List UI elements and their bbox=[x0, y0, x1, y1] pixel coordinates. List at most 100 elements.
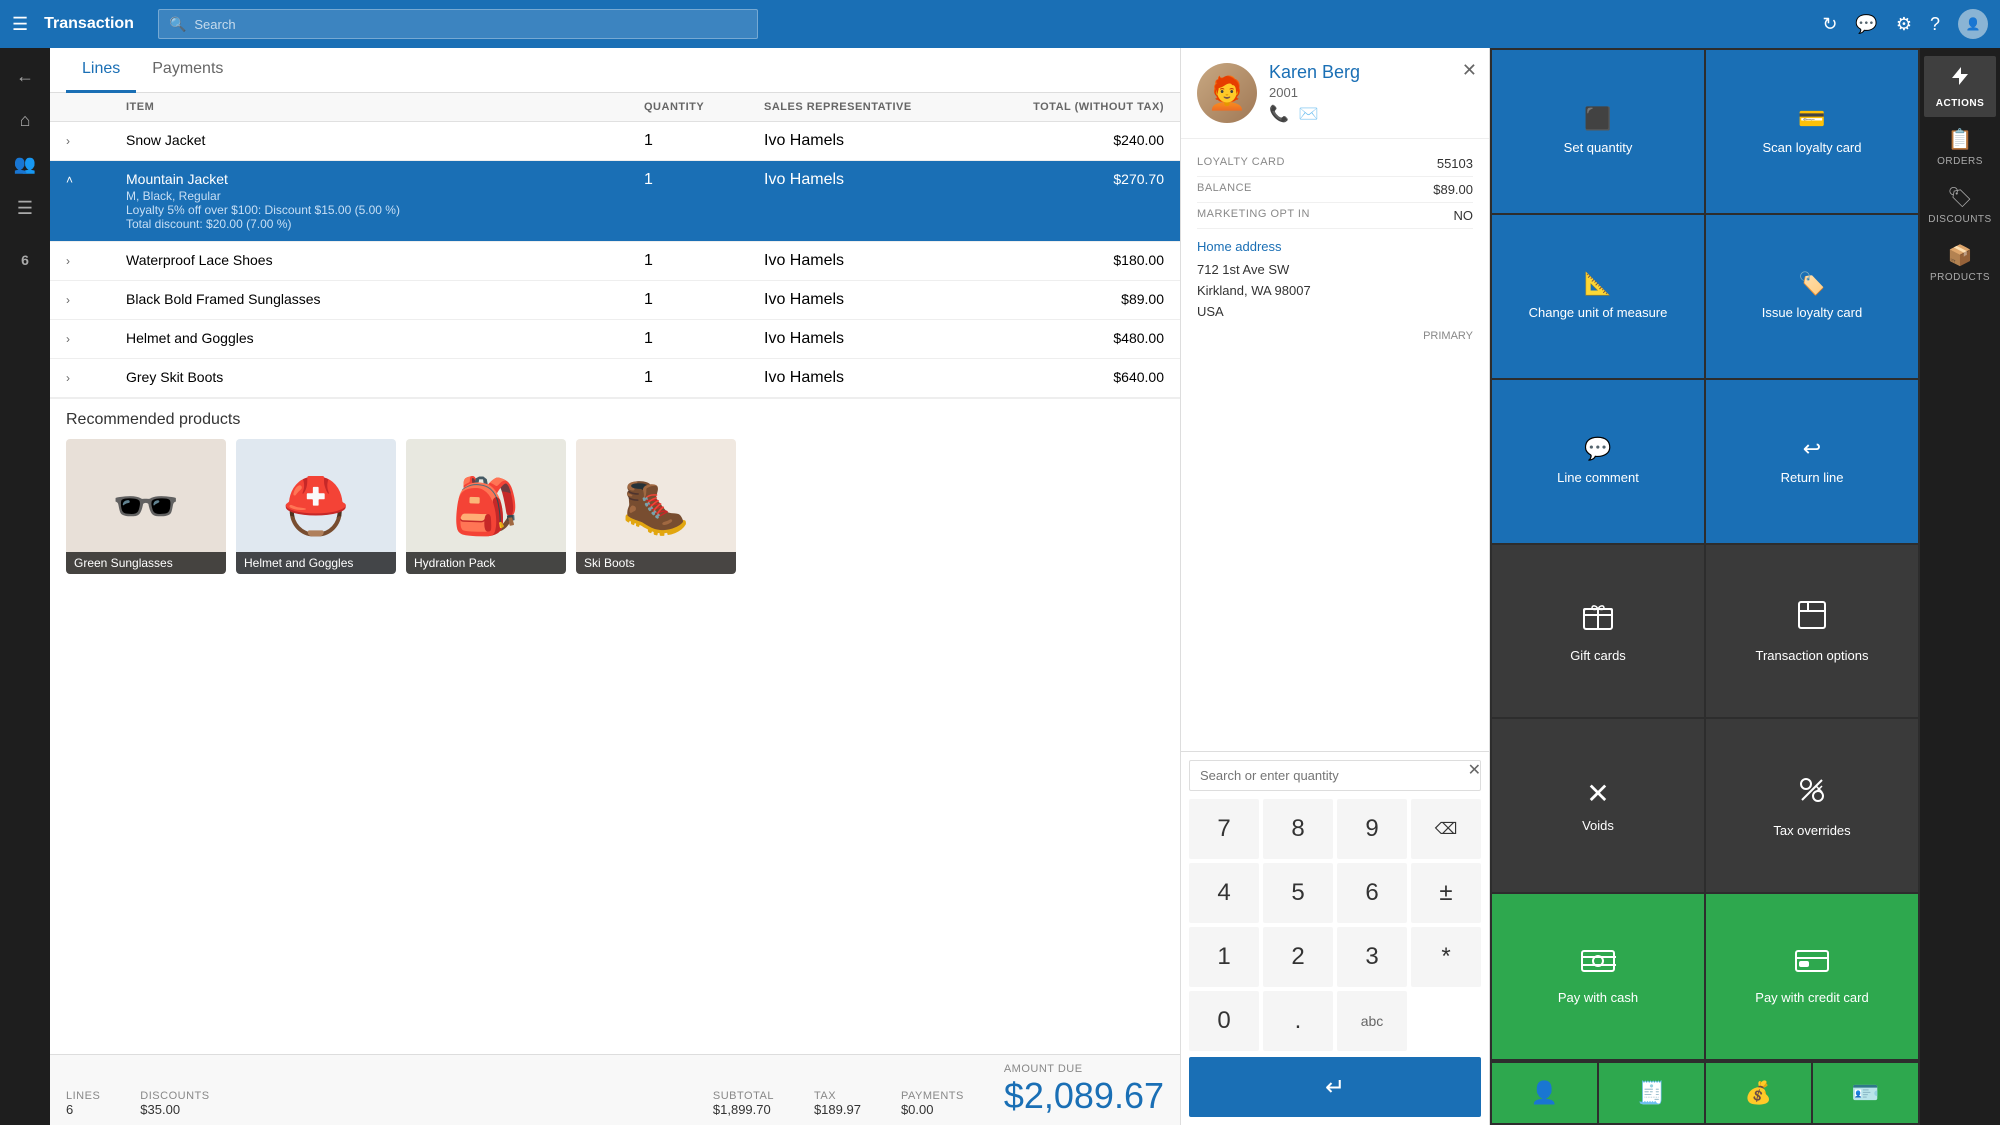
table-row[interactable]: › Black Bold Framed Sunglasses 1 Ivo Ham… bbox=[50, 281, 1180, 320]
numpad-2[interactable]: 2 bbox=[1263, 927, 1333, 987]
receipt-small-icon: 🧾 bbox=[1638, 1080, 1665, 1106]
numpad-9[interactable]: 9 bbox=[1337, 799, 1407, 859]
tab-lines[interactable]: Lines bbox=[66, 48, 136, 93]
numpad-backspace[interactable]: ⌫ bbox=[1411, 799, 1481, 859]
numpad-asterisk[interactable]: * bbox=[1411, 927, 1481, 987]
product-card-hydration[interactable]: 🎒 Hydration Pack bbox=[406, 439, 566, 574]
numpad-enter[interactable]: ↵ bbox=[1189, 1057, 1481, 1117]
main-layout: ← ⌂ 👥 ☰ 6 Lines Payments ITEM QUANTITY S… bbox=[0, 48, 2000, 1125]
sidebar-item-home[interactable]: ⌂ bbox=[5, 100, 45, 140]
footer-lines: LINES 6 bbox=[66, 1090, 100, 1117]
close-customer-button[interactable]: ✕ bbox=[1462, 60, 1477, 81]
product-card-sunglasses[interactable]: 🕶️ Green Sunglasses bbox=[66, 439, 226, 574]
orders-icon: 📋 bbox=[1948, 127, 1973, 152]
numpad-plusminus[interactable]: ± bbox=[1411, 863, 1481, 923]
col-chevron bbox=[66, 101, 126, 113]
close-numpad-button[interactable]: ✕ bbox=[1468, 760, 1481, 780]
change-unit-button[interactable]: 📐 Change unit of measure bbox=[1492, 215, 1704, 378]
numpad-1[interactable]: 1 bbox=[1189, 927, 1259, 987]
hydration-label: Hydration Pack bbox=[406, 552, 566, 574]
sidebar-item-actions[interactable]: ACTIONS bbox=[1924, 56, 1996, 117]
transaction-area: Lines Payments ITEM QUANTITY SALES REPRE… bbox=[50, 48, 1180, 1125]
return-line-label: Return line bbox=[1781, 470, 1844, 487]
footer-subtotal: SUBTOTAL $1,899.70 bbox=[713, 1090, 774, 1117]
pay-credit-button[interactable]: Pay with credit card bbox=[1706, 894, 1918, 1059]
transaction-options-button[interactable]: Transaction options bbox=[1706, 545, 1918, 718]
hamburger-icon[interactable]: ☰ bbox=[12, 14, 28, 35]
gift-cards-label: Gift cards bbox=[1570, 648, 1626, 665]
tax-overrides-button[interactable]: Tax overrides bbox=[1706, 719, 1918, 892]
change-unit-icon: 📐 bbox=[1584, 271, 1611, 297]
recommended-section: Recommended products 🕶️ Green Sunglasses… bbox=[50, 398, 1180, 586]
numpad-5[interactable]: 5 bbox=[1263, 863, 1333, 923]
id-icon-button[interactable]: 🪪 bbox=[1813, 1063, 1918, 1123]
col-quantity: QUANTITY bbox=[644, 101, 764, 113]
numpad-8[interactable]: 8 bbox=[1263, 799, 1333, 859]
wallet-icon-button[interactable]: 💰 bbox=[1706, 1063, 1811, 1123]
search-bar[interactable]: 🔍 bbox=[158, 9, 758, 39]
table-row[interactable]: › Helmet and Goggles 1 Ivo Hamels $480.0… bbox=[50, 320, 1180, 359]
set-quantity-icon: ⬛ bbox=[1584, 106, 1611, 132]
avatar[interactable]: 👤 bbox=[1958, 9, 1988, 39]
product-card-helmet[interactable]: ⛑️ Helmet and Goggles bbox=[236, 439, 396, 574]
help-icon[interactable]: ? bbox=[1930, 14, 1940, 35]
table-row[interactable]: ˄ Mountain Jacket M, Black, Regular Loya… bbox=[50, 161, 1180, 242]
numpad-0[interactable]: 0 bbox=[1189, 991, 1259, 1051]
row-rep: Ivo Hamels bbox=[764, 132, 964, 150]
gift-cards-button[interactable]: Gift cards bbox=[1492, 545, 1704, 718]
row-rep: Ivo Hamels bbox=[764, 252, 964, 270]
row-chevron: › bbox=[66, 293, 126, 307]
helmet-label: Helmet and Goggles bbox=[236, 552, 396, 574]
row-quantity: 1 bbox=[644, 291, 764, 309]
address-text: 712 1st Ave SW Kirkland, WA 98007 USA bbox=[1197, 260, 1473, 322]
sidebar-item-customers[interactable]: 👥 bbox=[5, 144, 45, 184]
search-quantity-input[interactable] bbox=[1189, 760, 1481, 791]
customer-icon-button[interactable]: 👤 bbox=[1492, 1063, 1597, 1123]
customer-header: 🧑‍🦰 Karen Berg 2001 📞 ✉️ ✕ bbox=[1181, 48, 1489, 139]
chat-icon[interactable]: 💬 bbox=[1855, 14, 1877, 35]
transaction-options-label: Transaction options bbox=[1756, 648, 1869, 665]
email-icon[interactable]: ✉️ bbox=[1299, 104, 1319, 124]
refresh-icon[interactable]: ↻ bbox=[1822, 14, 1837, 35]
table-row[interactable]: › Snow Jacket 1 Ivo Hamels $240.00 bbox=[50, 122, 1180, 161]
set-quantity-button[interactable]: ⬛ Set quantity bbox=[1492, 50, 1704, 213]
search-input[interactable] bbox=[194, 17, 747, 32]
row-chevron: › bbox=[66, 332, 126, 346]
sidebar-item-products[interactable]: 📦 PRODUCTS bbox=[1924, 235, 1996, 291]
row-quantity: 1 bbox=[644, 171, 764, 189]
row-rep: Ivo Hamels bbox=[764, 291, 964, 309]
home-address-link[interactable]: Home address bbox=[1197, 239, 1473, 254]
numpad-6[interactable]: 6 bbox=[1337, 863, 1407, 923]
table-row[interactable]: › Waterproof Lace Shoes 1 Ivo Hamels $18… bbox=[50, 242, 1180, 281]
row-rep: Ivo Hamels bbox=[764, 330, 964, 348]
sidebar-item-orders[interactable]: 📋 ORDERS bbox=[1924, 119, 1996, 175]
tab-payments[interactable]: Payments bbox=[136, 48, 239, 93]
voids-button[interactable]: ✕ Voids bbox=[1492, 719, 1704, 892]
settings-icon[interactable]: ⚙ bbox=[1896, 14, 1912, 35]
numpad-abc[interactable]: abc bbox=[1337, 991, 1407, 1051]
scan-loyalty-card-button[interactable]: 💳 Scan loyalty card bbox=[1706, 50, 1918, 213]
line-comment-button[interactable]: 💬 Line comment bbox=[1492, 380, 1704, 543]
sidebar-item-menu[interactable]: ☰ bbox=[5, 188, 45, 228]
numpad-7[interactable]: 7 bbox=[1189, 799, 1259, 859]
return-line-button[interactable]: ↩ Return line bbox=[1706, 380, 1918, 543]
numpad-dot[interactable]: . bbox=[1263, 991, 1333, 1051]
sidebar-item-discounts[interactable]: 🏷 DISCOUNTS bbox=[1924, 177, 1996, 233]
table-row[interactable]: › Grey Skit Boots 1 Ivo Hamels $640.00 bbox=[50, 359, 1180, 398]
col-rep: SALES REPRESENTATIVE bbox=[764, 101, 964, 113]
issue-loyalty-icon: 🏷️ bbox=[1798, 271, 1825, 297]
pay-cash-button[interactable]: Pay with cash bbox=[1492, 894, 1704, 1059]
issue-loyalty-card-button[interactable]: 🏷️ Issue loyalty card bbox=[1706, 215, 1918, 378]
sidebar-item-count: 6 bbox=[5, 240, 45, 280]
numpad-4[interactable]: 4 bbox=[1189, 863, 1259, 923]
phone-icon[interactable]: 📞 bbox=[1269, 104, 1289, 124]
footer-discounts: DISCOUNTS $35.00 bbox=[140, 1090, 209, 1117]
pay-cash-label: Pay with cash bbox=[1558, 990, 1638, 1007]
numpad-3[interactable]: 3 bbox=[1337, 927, 1407, 987]
product-card-boots[interactable]: 🥾 Ski Boots bbox=[576, 439, 736, 574]
topbar: ☰ Transaction 🔍 ↻ 💬 ⚙ ? 👤 bbox=[0, 0, 2000, 48]
sidebar-item-back[interactable]: ← bbox=[5, 56, 45, 96]
receipt-icon-button[interactable]: 🧾 bbox=[1599, 1063, 1704, 1123]
change-unit-label: Change unit of measure bbox=[1529, 305, 1668, 322]
tax-overrides-icon bbox=[1794, 772, 1830, 815]
